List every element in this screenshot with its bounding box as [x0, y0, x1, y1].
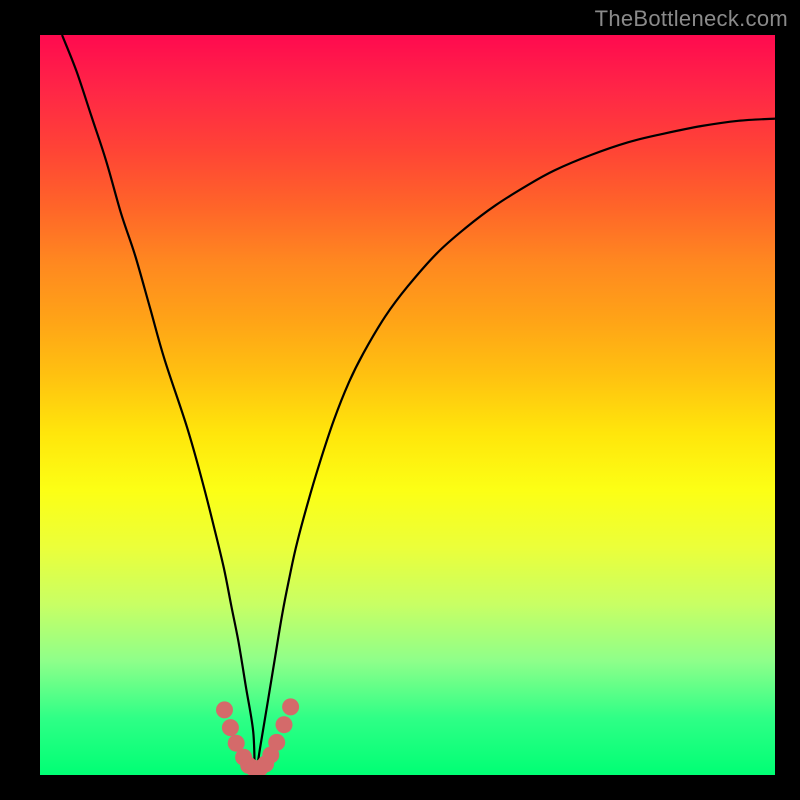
chart-svg [0, 0, 800, 800]
gradient-background [40, 35, 775, 775]
chart-stage: TheBottleneck.com [0, 0, 800, 800]
min-dot [216, 701, 233, 718]
min-dot [276, 716, 293, 733]
min-dot [268, 734, 285, 751]
min-dot [222, 719, 239, 736]
min-dot [282, 698, 299, 715]
